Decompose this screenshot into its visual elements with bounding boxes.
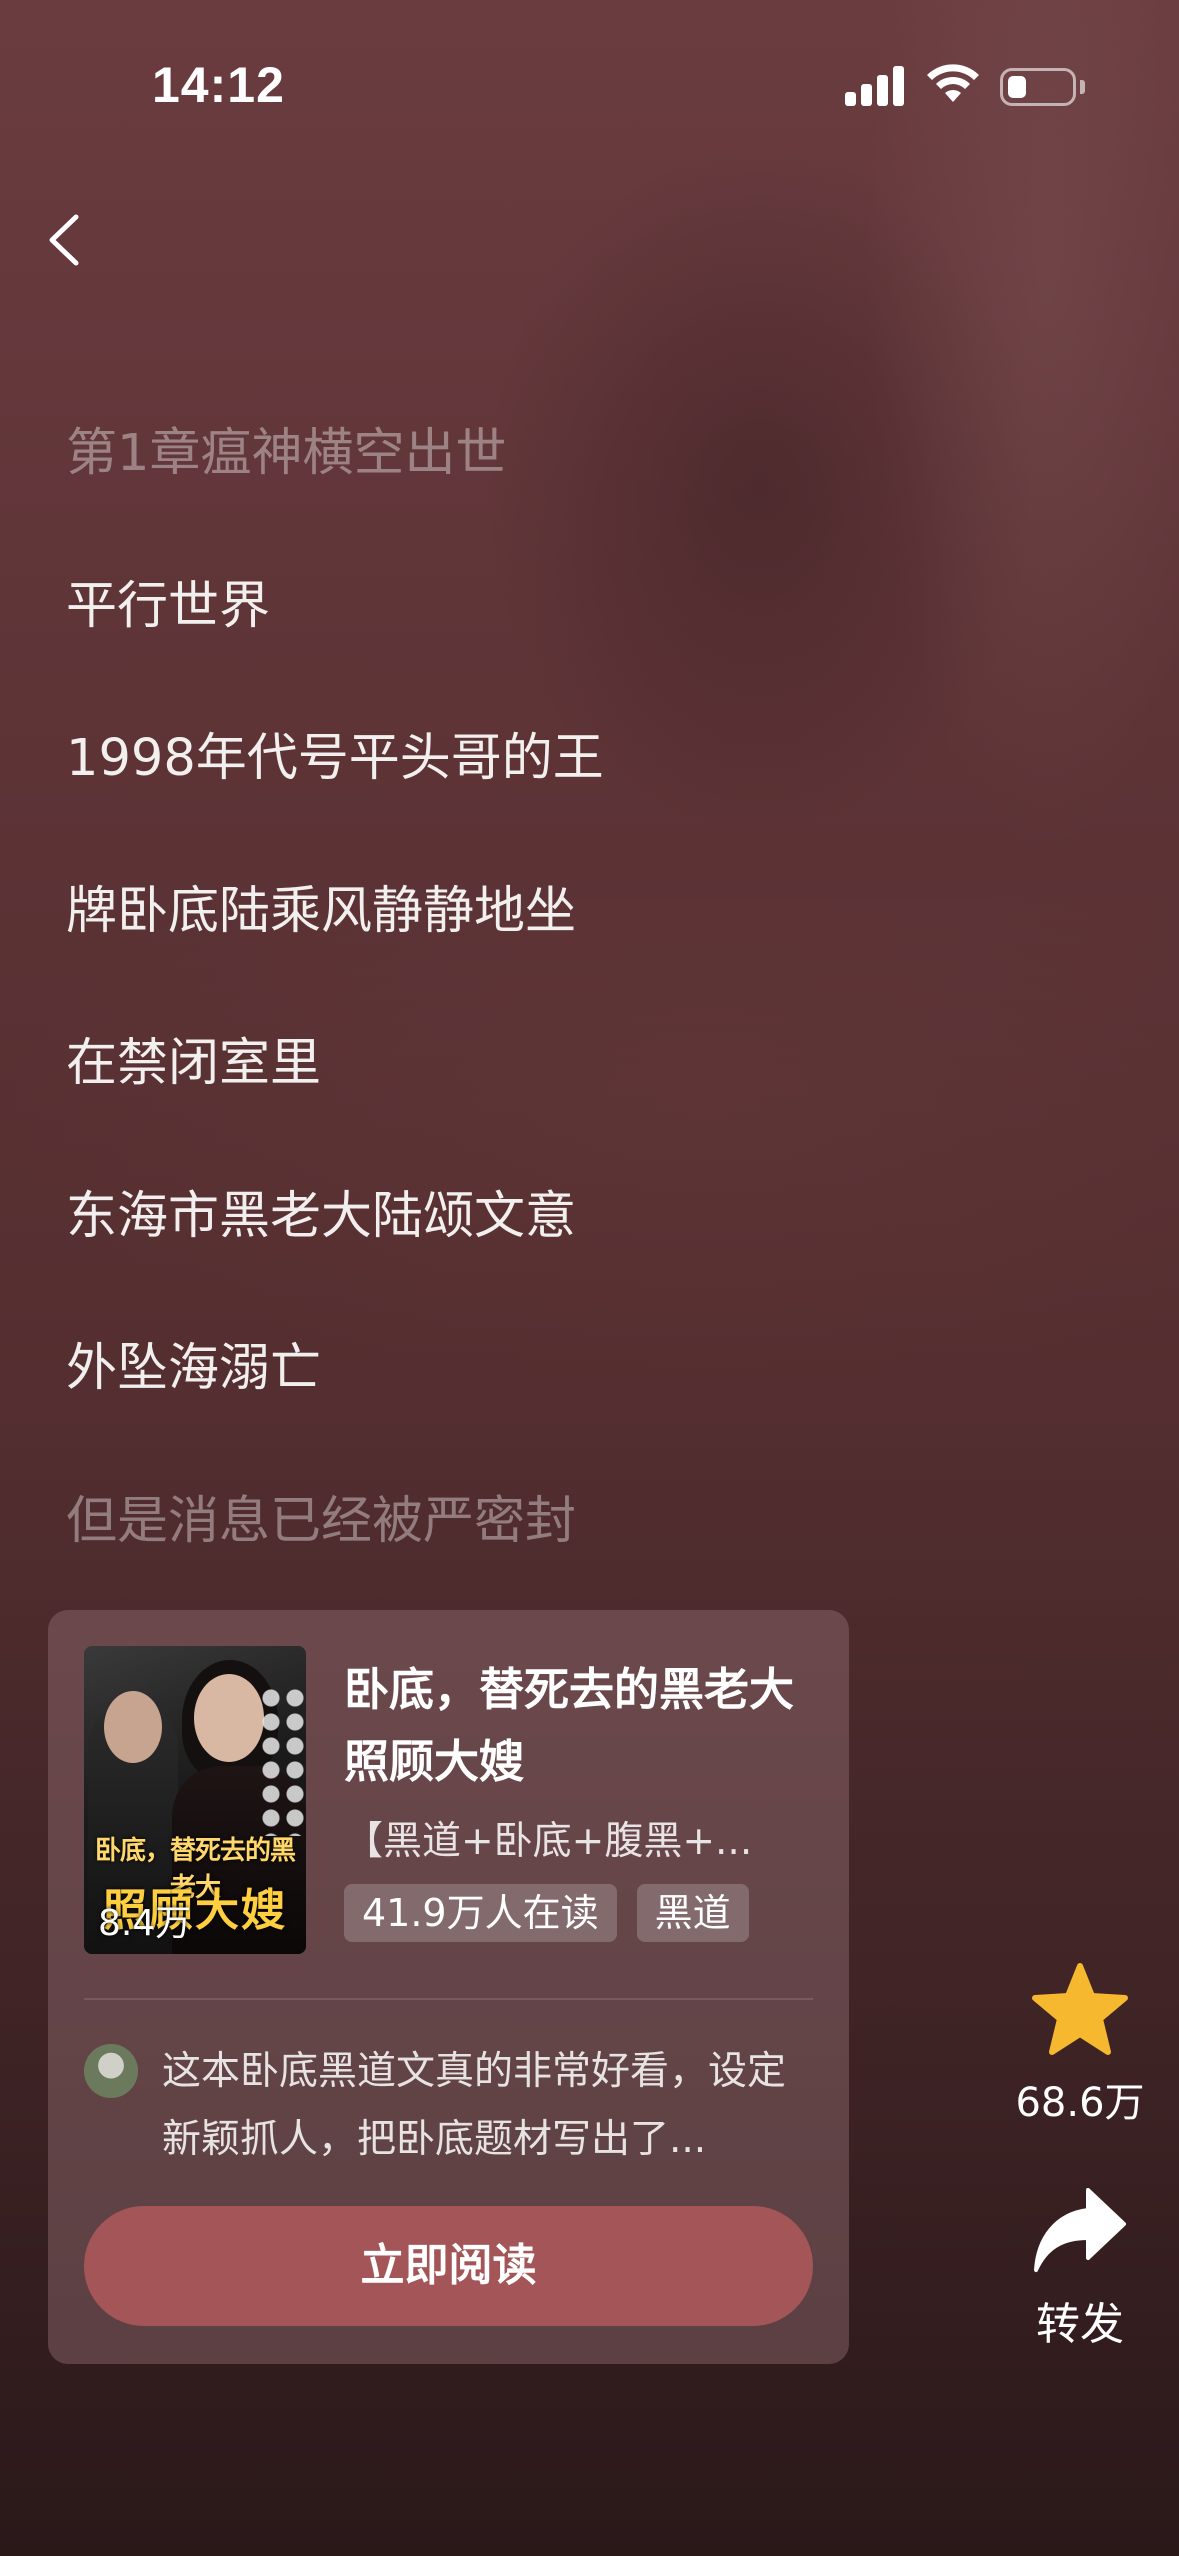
review-text: 这本卧底黑道文真的非常好看，设定新颖抓人，把卧底题材写出了... — [162, 2049, 787, 2162]
chapter-title: 第1章瘟神横空出世 — [66, 424, 507, 483]
share-arrow-icon[interactable] — [1032, 2186, 1128, 2276]
divider — [84, 1998, 813, 2000]
battery-icon — [1000, 68, 1076, 106]
share-action[interactable]: 转发 — [1000, 2186, 1160, 2352]
book-card[interactable]: 卧底，替死去的黑老大 照顾大嫂 8.4万 卧底，替死去的黑老大照顾大嫂 【黑道+… — [48, 1610, 849, 2364]
favorite-action[interactable]: 68.6万 — [1000, 1962, 1160, 2128]
avatar — [84, 2044, 138, 2098]
chapter-line: 1998年代号平头哥的王 — [66, 729, 604, 788]
genre-badge: 黑道 — [636, 1884, 749, 1942]
read-now-button[interactable]: 立即阅读 — [84, 2206, 813, 2326]
chapter-line: 在禁闭室里 — [66, 1034, 322, 1093]
readers-badge: 41.9万人在读 — [344, 1884, 617, 1942]
book-tags-text: 【黑道+卧底+腹黑+... — [344, 1819, 753, 1864]
book-cover[interactable]: 卧底，替死去的黑老大 照顾大嫂 8.4万 — [84, 1646, 306, 1954]
chapter-line: 东海市黑老大陆颂文意 — [66, 1186, 577, 1246]
chapter-line: 平行世界 — [66, 576, 271, 636]
status-bar: 14:12 — [0, 0, 1179, 150]
back-arrow-icon[interactable] — [40, 205, 90, 275]
book-badges: 41.9万人在读 黑道 — [344, 1884, 749, 1942]
cellular-signal-icon — [845, 64, 905, 106]
chapter-preview: 第1章瘟神横空出世 平行世界 1998年代号平头哥的王 牌卧底陆乘风静静地坐 在… — [66, 378, 966, 1598]
favorite-count: 68.6万 — [1015, 2080, 1145, 2126]
chapter-line: 外坠海溺亡 — [66, 1339, 322, 1398]
book-title[interactable]: 卧底，替死去的黑老大照顾大嫂 — [344, 1654, 814, 1798]
chapter-line: 牌卧底陆乘风静静地坐 — [66, 881, 577, 941]
cover-count: 8.4万 — [98, 1903, 192, 1944]
chapter-line: 但是消息已经被严密封 — [66, 1491, 577, 1551]
wifi-icon — [927, 64, 979, 102]
status-time: 14:12 — [152, 57, 285, 113]
share-label: 转发 — [1036, 2299, 1124, 2350]
star-icon[interactable] — [1030, 1962, 1130, 2058]
